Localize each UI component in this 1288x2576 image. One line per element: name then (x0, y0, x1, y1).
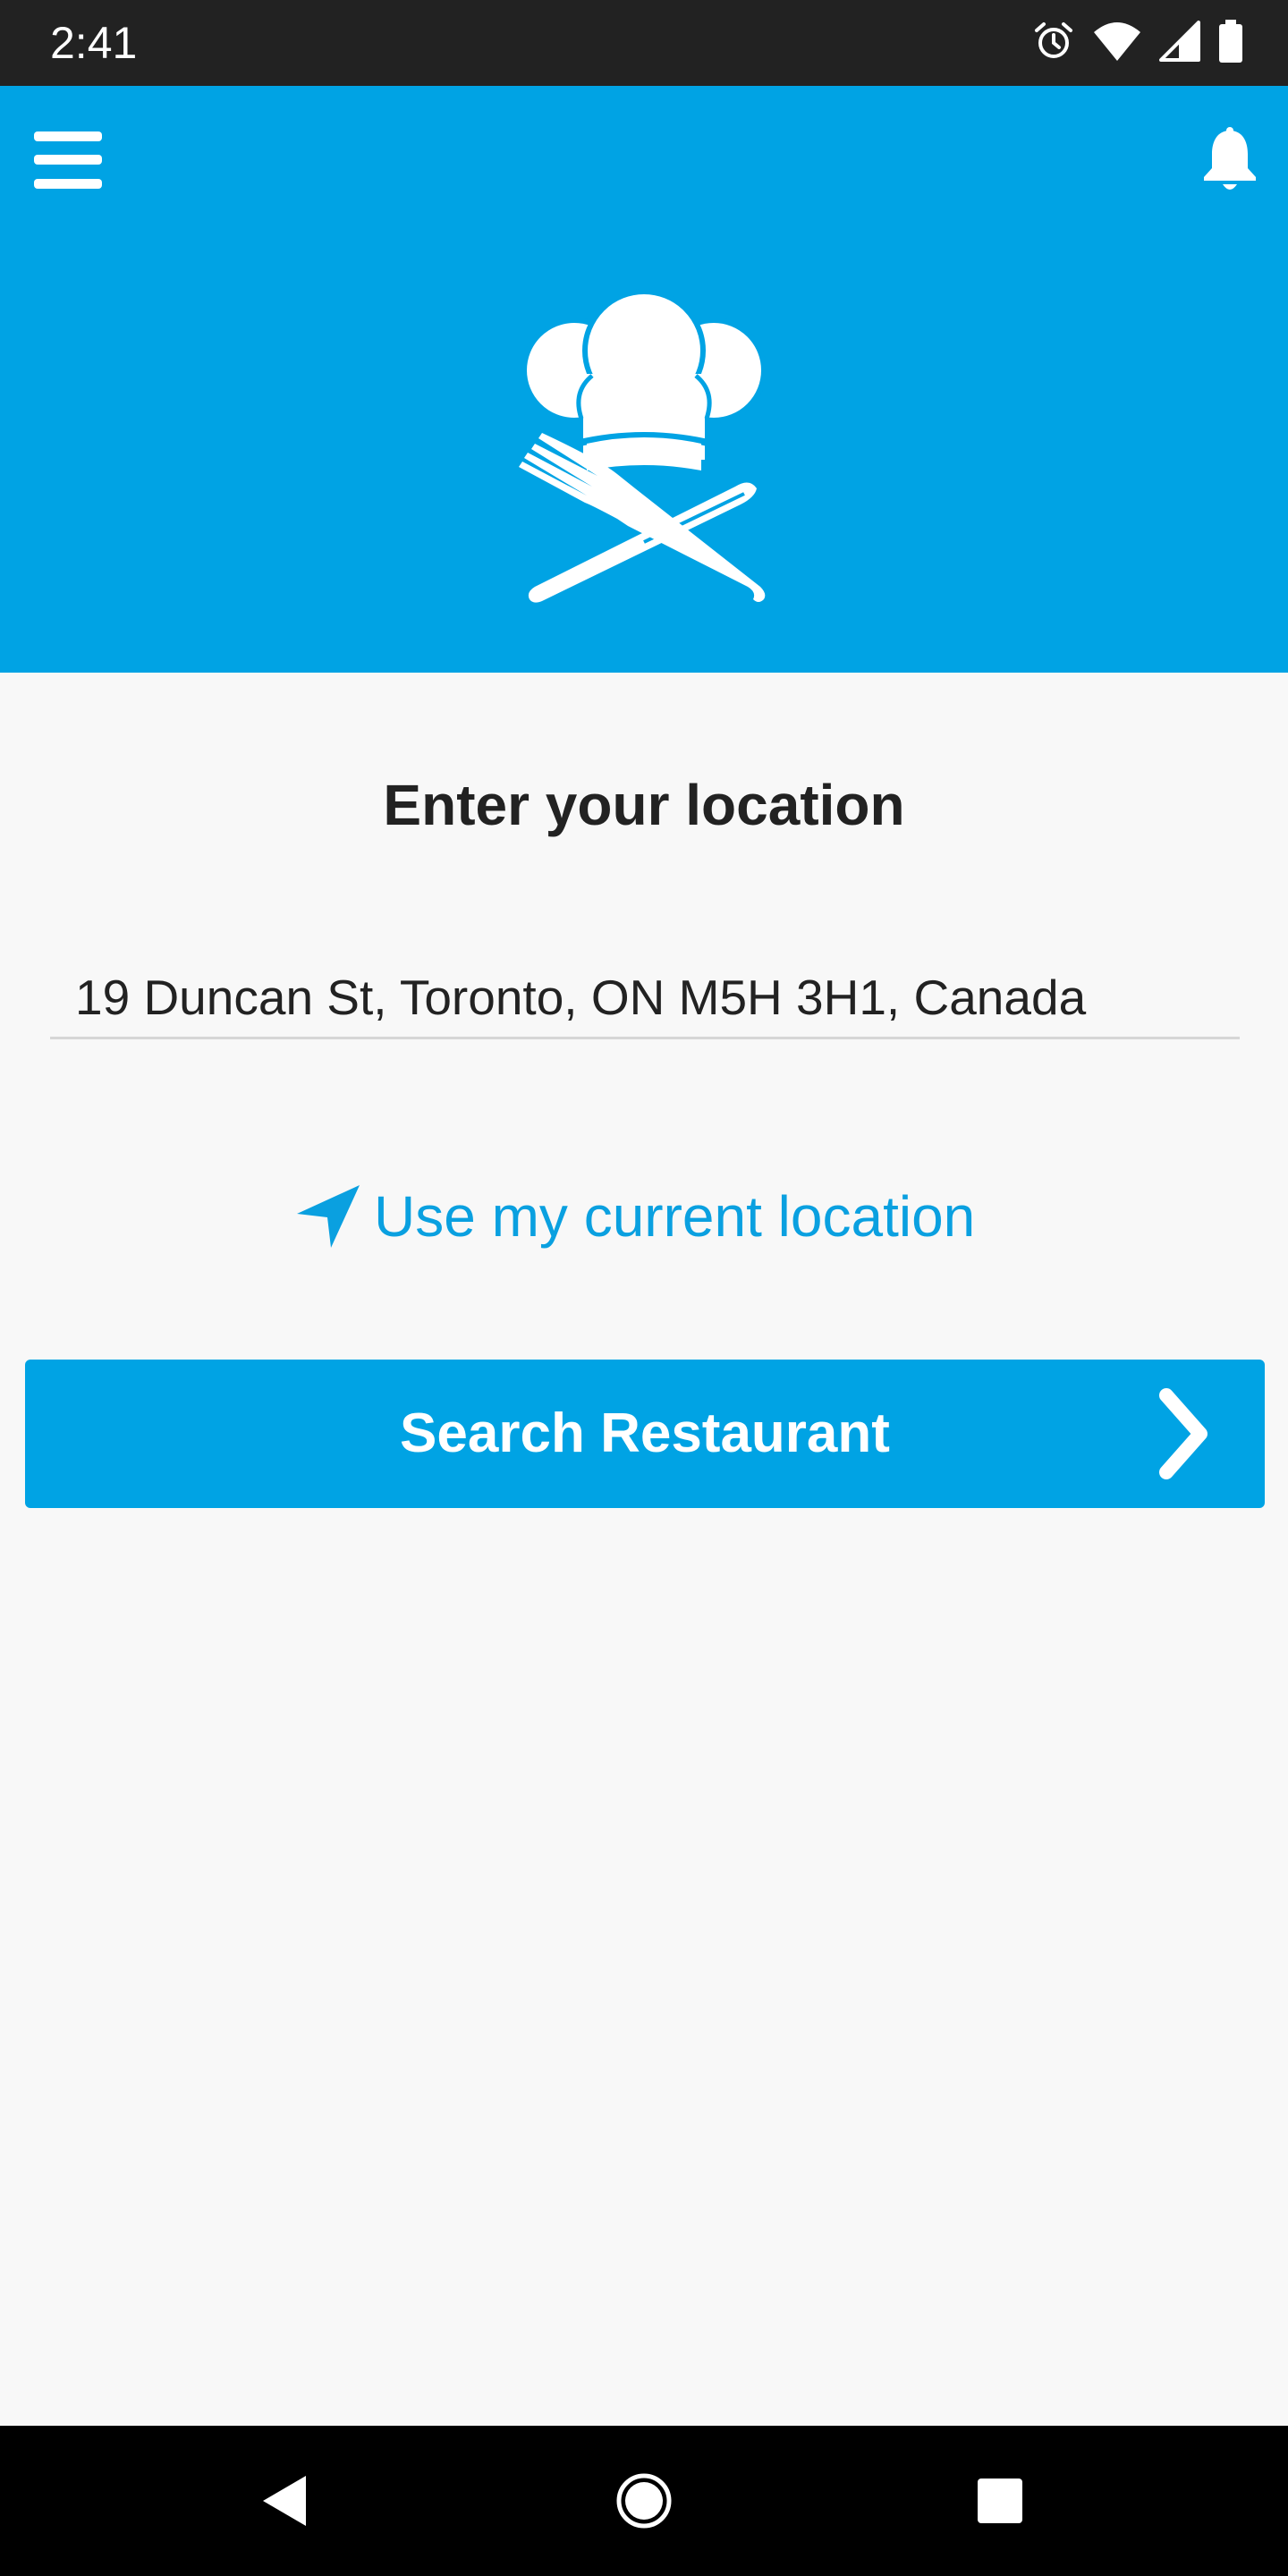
recents-icon (978, 2479, 1022, 2523)
use-current-location-label: Use my current location (374, 1184, 976, 1249)
status-icons (1032, 19, 1243, 67)
battery-icon (1218, 19, 1243, 67)
navigation-arrow-icon (297, 1185, 360, 1248)
menu-button[interactable] (27, 122, 109, 199)
back-icon (263, 2476, 306, 2526)
location-input[interactable] (50, 957, 1240, 1039)
chevron-right-icon (1159, 1388, 1208, 1479)
home-button[interactable] (590, 2447, 698, 2555)
back-button[interactable] (231, 2447, 338, 2555)
alarm-icon (1032, 20, 1075, 67)
wifi-icon (1093, 21, 1141, 65)
status-bar: 2:41 (0, 0, 1288, 86)
app-header (0, 86, 1288, 673)
search-restaurant-label: Search Restaurant (400, 1402, 890, 1464)
cell-signal-icon (1159, 20, 1200, 66)
chef-hat-cutlery-logo (519, 289, 767, 603)
status-time: 2:41 (50, 18, 138, 68)
home-icon (616, 2473, 672, 2529)
search-restaurant-button[interactable]: Search Restaurant (25, 1360, 1265, 1508)
app-screen: 2:41 Enter your location 19 Duncan St, T… (0, 0, 1288, 2576)
page-title: Enter your location (383, 773, 905, 837)
recents-button[interactable] (946, 2447, 1054, 2555)
bell-icon (1204, 127, 1256, 190)
use-current-location-link[interactable]: Use my current location (295, 1172, 975, 1261)
navigation-bar (0, 2426, 1288, 2576)
notifications-button[interactable] (1190, 120, 1270, 200)
chef-logo (510, 284, 778, 606)
menu-icon (34, 131, 102, 189)
